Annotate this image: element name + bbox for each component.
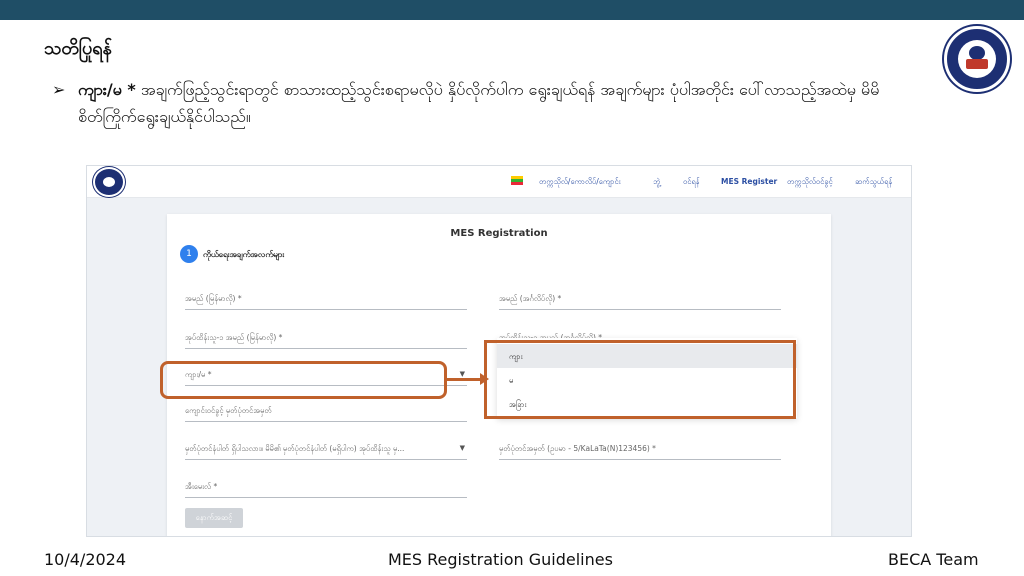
step-indicator: 1 bbox=[180, 245, 198, 263]
name-mm-field[interactable]: အမည် (မြန်မာလို) * bbox=[185, 288, 467, 310]
nav-contact[interactable]: ဆက်သွယ်ရန် bbox=[855, 177, 892, 188]
form-title: MES Registration bbox=[450, 228, 548, 239]
ministry-seal-logo bbox=[944, 26, 1010, 92]
annotation-arrow-line bbox=[447, 378, 483, 381]
chevron-down-icon: ▼ bbox=[459, 370, 465, 378]
guardian-mm-field[interactable]: အုပ်ထိန်းသူ-၁ အမည် (မြန်မာလို) * bbox=[185, 327, 467, 349]
gender-field-highlight bbox=[160, 361, 447, 399]
nrc-number-field[interactable]: မှတ်ပုံတင်အမှတ် (ဥပမာ - 5/KaLaTa(N)12345… bbox=[499, 438, 781, 460]
instruction-text: ကျား/မ * အချက်ဖြည့်သွင်းရာတွင် စာသားထည့်… bbox=[78, 76, 932, 130]
myanmar-flag-icon[interactable] bbox=[511, 176, 523, 185]
footer-date: 10/4/2024 bbox=[44, 550, 127, 569]
nav-admission[interactable]: တက္ကသိုလ်ဝင်ခွင့် bbox=[787, 177, 833, 188]
instruction-bullet: ➢ ကျား/မ * အချက်ဖြည့်သွင်းရာတွင် စာသားထည… bbox=[52, 76, 932, 130]
next-step-button[interactable]: နောက်အဆင့် bbox=[185, 508, 243, 528]
tree-icon bbox=[969, 46, 985, 60]
top-banner bbox=[0, 0, 1024, 20]
site-logo[interactable] bbox=[93, 167, 125, 197]
chevron-down-icon: ▼ bbox=[459, 444, 465, 452]
gender-field-reference: ကျား/မ * bbox=[78, 80, 136, 99]
nrc-holder-select[interactable]: မှတ်ပုံတင်နံပါတ် ရှိပါသလား။ မိမိ၏ မှတ်ပု… bbox=[185, 438, 467, 460]
book-icon bbox=[966, 59, 988, 69]
school-id-field[interactable]: ကျောင်းဝင်ခွင့် မှတ်ပုံတင်အမှတ် bbox=[185, 400, 467, 422]
dropdown-highlight bbox=[484, 340, 796, 419]
nrc-holder-label: မှတ်ပုံတင်နံပါတ် ရှိပါသလား။ မိမိ၏ မှတ်ပု… bbox=[185, 444, 405, 453]
email-field[interactable]: အီးမေးလ် * bbox=[185, 476, 467, 498]
nav-universities[interactable]: တက္ကသိုလ်/ကောလိပ်/ကျောင်း bbox=[539, 177, 621, 188]
slide-title: သတိပြုရန် bbox=[44, 38, 112, 59]
name-en-field[interactable]: အမည် (အင်္ဂလိပ်လို) * bbox=[499, 288, 781, 310]
instruction-body: အချက်ဖြည့်သွင်းရာတွင် စာသားထည့်သွင်းစရာမ… bbox=[78, 80, 880, 126]
step-label: ကိုယ်ရေးအချက်အလက်များ bbox=[203, 250, 285, 259]
nav-mes-register[interactable]: MES Register bbox=[721, 177, 777, 186]
arrow-bullet-icon: ➢ bbox=[52, 80, 66, 99]
nav-enroll[interactable]: ဝင်ရန် bbox=[683, 177, 700, 188]
nav-degrees[interactable]: ဘွဲ့ bbox=[653, 177, 660, 188]
site-navbar: တက္ကသိုလ်/ကောလိပ်/ကျောင်း ဘွဲ့ ဝင်ရန် ME… bbox=[87, 166, 911, 198]
footer-team: BECA Team bbox=[888, 550, 979, 569]
footer-title: MES Registration Guidelines bbox=[388, 550, 613, 569]
